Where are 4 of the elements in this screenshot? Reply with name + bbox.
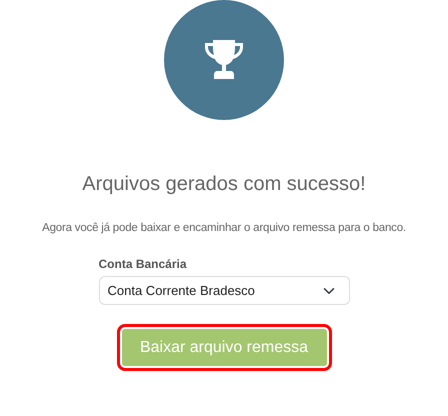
account-select[interactable]: Conta Corrente Bradesco	[98, 276, 350, 306]
field-label: Conta Bancária	[98, 256, 188, 274]
success-title: Arquivos gerados com sucesso!	[82, 172, 366, 196]
success-message: Agora você já pode baixar e encaminhar o arquivo remessa para o banco.	[42, 221, 406, 236]
